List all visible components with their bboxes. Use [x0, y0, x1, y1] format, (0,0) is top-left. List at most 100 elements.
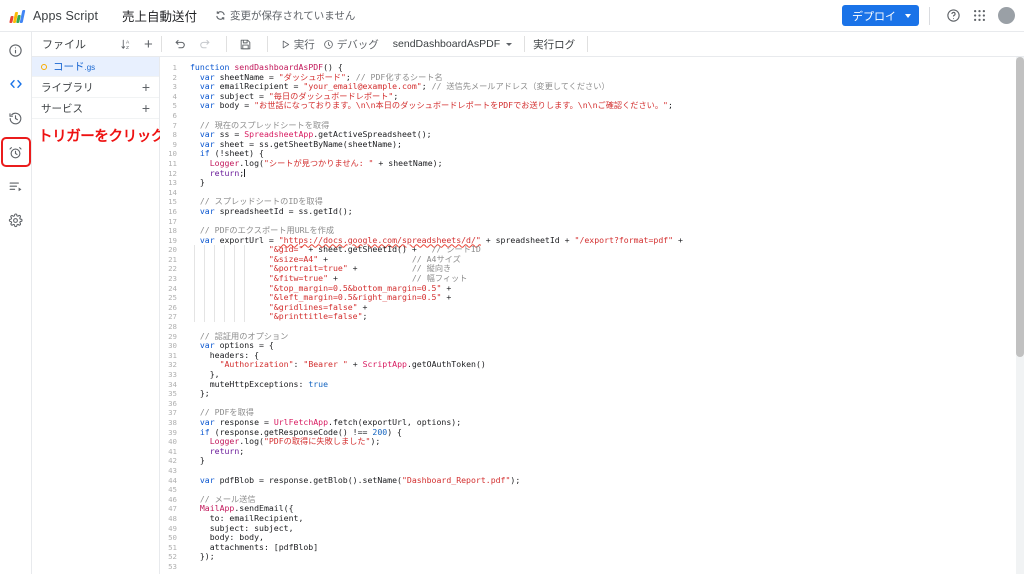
- code-line[interactable]: 12 return;: [160, 168, 1016, 179]
- line-number: 2: [172, 72, 177, 82]
- code-line[interactable]: 45: [160, 485, 1016, 495]
- sidebar-item-editor[interactable]: [4, 72, 28, 96]
- code-line[interactable]: 32 "Authorization": "Bearer " + ScriptAp…: [160, 360, 1016, 370]
- chevron-down-icon: [905, 13, 911, 18]
- indent-guide: [214, 245, 215, 323]
- code-line[interactable]: 5 var body = "お世話になっております。\n\n本日のダッシュボード…: [160, 101, 1016, 111]
- line-number: 8: [172, 130, 177, 140]
- line-number: 42: [168, 456, 177, 466]
- line-number: 37: [168, 408, 177, 418]
- section-libraries[interactable]: ライブラリ +: [32, 77, 159, 98]
- line-content: };: [190, 388, 210, 399]
- code-line[interactable]: 16 var spreadsheetId = ss.getId();: [160, 205, 1016, 217]
- divider: [225, 36, 227, 52]
- sidebar-item-overview[interactable]: [4, 38, 28, 62]
- indent-guide: [204, 245, 205, 323]
- code-line[interactable]: 34 muteHttpExceptions: true: [160, 379, 1016, 390]
- line-number: 51: [168, 542, 177, 552]
- line-number: 39: [168, 427, 177, 437]
- sidebar-item-executions-history[interactable]: [4, 106, 28, 130]
- line-number: 40: [168, 437, 177, 447]
- line-number: 47: [168, 504, 177, 514]
- function-selector[interactable]: sendDashboardAsPDF: [392, 38, 513, 50]
- app-header: Apps Script 売上自動送付 変更が保存されていません デプロイ: [0, 0, 1024, 32]
- sidebar-item-settings[interactable]: [4, 208, 28, 232]
- files-panel-title: ファイル: [42, 39, 86, 51]
- code-line[interactable]: 28: [160, 322, 1016, 332]
- undo-icon[interactable]: [170, 38, 194, 51]
- code-line[interactable]: 9 var sheet = ss.getSheetByName(sheetNam…: [160, 139, 1016, 150]
- run-button[interactable]: 実行: [276, 37, 319, 52]
- code-line[interactable]: 30 var options = {: [160, 340, 1016, 351]
- line-number: 41: [168, 446, 177, 456]
- indent-guide: [224, 245, 225, 323]
- code-lines[interactable]: 1 function sendDashboardAsPDF() {2 var sh…: [160, 57, 1016, 574]
- sort-az-icon[interactable]: A Z: [120, 38, 133, 51]
- section-services[interactable]: サービス +: [32, 98, 159, 119]
- line-content: var pdfBlob = response.getBlob().setName…: [199, 474, 521, 485]
- code-line[interactable]: 36: [160, 399, 1016, 409]
- debug-label: デバッグ: [336, 38, 379, 51]
- code-line[interactable]: 42 }: [160, 456, 1016, 466]
- code-line[interactable]: 11 Logger.log("シートが見つかりません: " + sheetNam…: [160, 158, 1016, 169]
- scrollbar-thumb[interactable]: [1016, 57, 1024, 357]
- line-number: 31: [168, 350, 177, 360]
- code-line[interactable]: 49 subject: subject,: [160, 523, 1016, 534]
- file-panel: コード.gs ライブラリ + サービス + トリガーをクリック: [32, 57, 165, 574]
- code-line[interactable]: 51 attachments: [pdfBlob]: [160, 542, 1016, 553]
- redo-icon[interactable]: [194, 38, 218, 51]
- execution-log-button[interactable]: 実行ログ: [533, 37, 575, 52]
- line-number: 36: [168, 398, 177, 408]
- apps-grid-icon[interactable]: [968, 5, 990, 27]
- line-number: 4: [172, 91, 177, 101]
- add-service-button[interactable]: +: [142, 101, 150, 115]
- line-number: 50: [168, 533, 177, 543]
- editor-scrollbar[interactable]: [1016, 57, 1024, 574]
- deploy-button[interactable]: デプロイ: [842, 5, 919, 26]
- code-line[interactable]: 44 var pdfBlob = response.getBlob().setN…: [160, 474, 1016, 486]
- code-line[interactable]: 13 }: [160, 177, 1016, 188]
- function-name: sendDashboardAsPDF: [392, 38, 501, 50]
- line-number: 32: [168, 360, 177, 370]
- sidebar-item-triggers[interactable]: [0, 137, 31, 167]
- line-number: 13: [168, 178, 177, 188]
- code-line[interactable]: 41 return;: [160, 446, 1016, 457]
- debug-button[interactable]: デバッグ: [319, 37, 383, 52]
- file-name: コード.gs: [53, 61, 96, 73]
- line-content: });: [190, 551, 215, 562]
- svg-text:Z: Z: [126, 44, 129, 50]
- line-number: 22: [168, 264, 177, 274]
- line-content: [186, 562, 190, 572]
- line-number: 21: [168, 254, 177, 264]
- code-line[interactable]: 53: [160, 562, 1016, 572]
- code-line[interactable]: 29 // 認証用のオプション: [160, 331, 1016, 342]
- line-content: "Authorization": "Bearer " + ScriptApp.g…: [219, 359, 486, 370]
- line-number: 34: [168, 379, 177, 389]
- chevron-down-icon: [506, 42, 513, 46]
- annotation-click-triggers: トリガーをクリック: [38, 129, 165, 145]
- line-number: 43: [168, 465, 177, 475]
- avatar[interactable]: [998, 7, 1015, 24]
- logo-wrap[interactable]: Apps Script: [9, 8, 98, 24]
- line-number: 6: [172, 110, 177, 120]
- save-status-text: 変更が保存されていません: [230, 10, 356, 22]
- file-item-code-gs[interactable]: コード.gs: [32, 57, 159, 77]
- add-file-button[interactable]: +: [144, 37, 153, 52]
- code-line[interactable]: 35 };: [160, 388, 1016, 399]
- code-line[interactable]: 52 });: [160, 551, 1016, 562]
- line-number: 20: [168, 245, 177, 255]
- line-content: var spreadsheetId = ss.getId();: [199, 205, 353, 216]
- project-title[interactable]: 売上自動送付: [122, 6, 197, 25]
- code-line[interactable]: 27 "&printtitle=false";: [160, 312, 1016, 322]
- save-project-icon[interactable]: [235, 38, 259, 51]
- line-number: 7: [172, 120, 177, 130]
- line-number: 46: [168, 494, 177, 504]
- help-circle-icon[interactable]: [942, 5, 964, 27]
- line-number: 33: [168, 370, 177, 379]
- line-number: 23: [168, 274, 177, 284]
- add-library-button[interactable]: +: [142, 80, 150, 94]
- line-number: 1: [172, 63, 177, 72]
- code-line[interactable]: 40 Logger.log("PDFの取得に失敗しました");: [160, 436, 1016, 447]
- sidebar-item-executions[interactable]: [4, 174, 28, 198]
- code-editor[interactable]: 1 function sendDashboardAsPDF() {2 var sh…: [160, 57, 1024, 574]
